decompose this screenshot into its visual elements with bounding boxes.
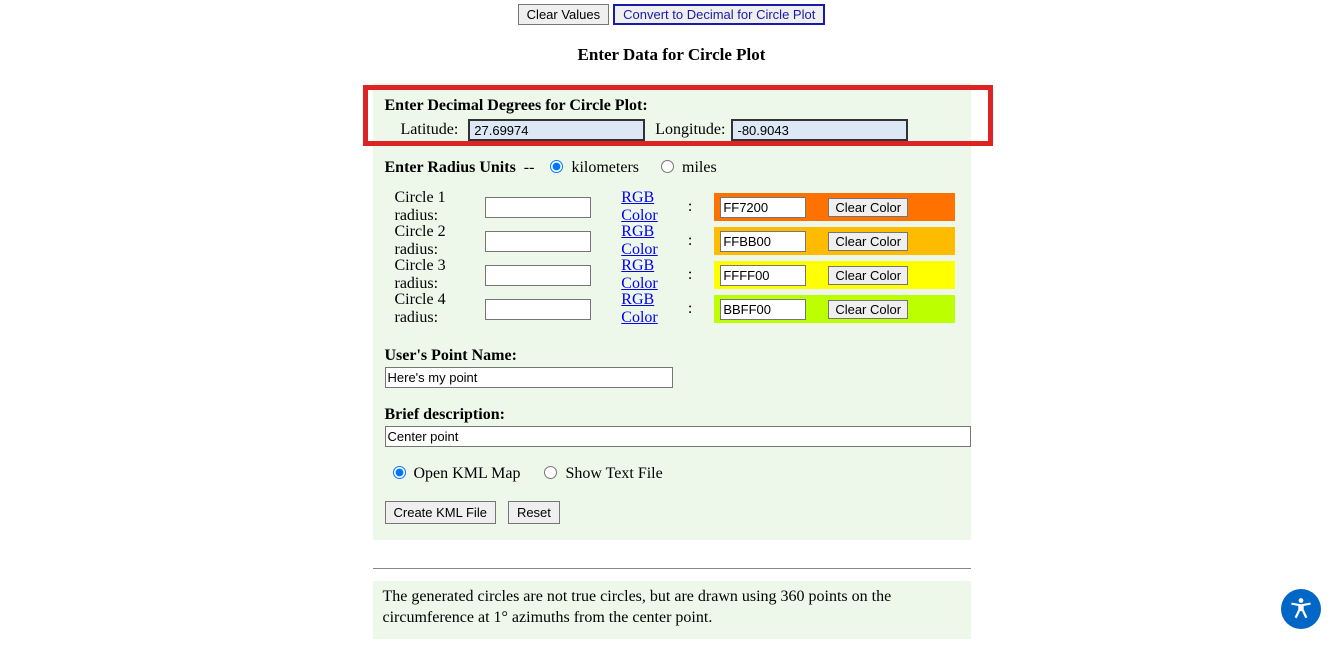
latitude-input[interactable]: [468, 119, 645, 141]
kilometers-radio[interactable]: [550, 160, 563, 173]
rgb-color-link-3[interactable]: RGB Color: [621, 257, 688, 293]
description-input[interactable]: [385, 426, 971, 447]
circle-row-3: Circle 3 radius: RGB Color: Clear Color: [385, 261, 955, 289]
circle2-color-block: Clear Color: [714, 227, 954, 255]
clear-values-button[interactable]: Clear Values: [518, 4, 609, 25]
reset-button[interactable]: Reset: [508, 501, 560, 524]
rgb-color-link-2[interactable]: RGB Color: [621, 223, 688, 259]
radius-units-label: Enter Radius Units: [385, 159, 516, 176]
circle1-radius-input[interactable]: [485, 197, 591, 218]
circle3-color-block: Clear Color: [714, 261, 954, 289]
convert-decimal-button[interactable]: Convert to Decimal for Circle Plot: [613, 4, 825, 25]
circle4-color-input[interactable]: [720, 299, 806, 320]
open-kml-label: Open KML Map: [414, 465, 521, 482]
circle1-clear-color-button[interactable]: Clear Color: [828, 198, 908, 217]
show-text-label: Show Text File: [565, 465, 662, 482]
circle3-radius-input[interactable]: [485, 265, 591, 286]
circle-row-4: Circle 4 radius: RGB Color: Clear Color: [385, 295, 955, 323]
description-label: Brief description:: [385, 406, 955, 424]
point-name-input[interactable]: [385, 367, 673, 388]
circle3-color-input[interactable]: [720, 265, 806, 286]
circle2-radius-input[interactable]: [485, 231, 591, 252]
rgb-color-link-4[interactable]: RGB Color: [621, 291, 688, 327]
section-title: Enter Data for Circle Plot: [0, 45, 1343, 65]
text-dash: --: [520, 159, 539, 176]
circle2-color-input[interactable]: [720, 231, 806, 252]
circle4-clear-color-button[interactable]: Clear Color: [828, 300, 908, 319]
longitude-label: Longitude:: [645, 121, 731, 139]
circle4-label: Circle 4 radius:: [385, 291, 486, 327]
point-name-label: User's Point Name:: [385, 347, 955, 365]
note-text: The generated circles are not true circl…: [383, 588, 892, 626]
divider: [373, 568, 971, 569]
circle4-radius-input[interactable]: [485, 299, 591, 320]
circle-row-1: Circle 1 radius: RGB Color: Clear Color: [385, 193, 955, 221]
create-kml-button[interactable]: Create KML File: [385, 501, 496, 524]
show-text-radio[interactable]: [544, 466, 557, 479]
latitude-label: Latitude:: [385, 121, 469, 139]
circle3-label: Circle 3 radius:: [385, 257, 486, 293]
circle-plot-panel: Enter Decimal Degrees for Circle Plot: L…: [373, 83, 971, 540]
miles-radio[interactable]: [661, 160, 674, 173]
miles-label: miles: [682, 159, 727, 176]
circle4-color-block: Clear Color: [714, 295, 954, 323]
circle1-color-block: Clear Color: [714, 193, 954, 221]
longitude-input[interactable]: [731, 119, 908, 141]
coords-heading: Enter Decimal Degrees for Circle Plot:: [385, 97, 955, 115]
circle2-label: Circle 2 radius:: [385, 223, 486, 259]
note-panel: The generated circles are not true circl…: [373, 581, 971, 639]
circle-row-2: Circle 2 radius: RGB Color: Clear Color: [385, 227, 955, 255]
circle1-label: Circle 1 radius:: [385, 189, 486, 225]
circle2-clear-color-button[interactable]: Clear Color: [828, 232, 908, 251]
accessibility-icon[interactable]: [1281, 589, 1321, 629]
rgb-color-link-1[interactable]: RGB Color: [621, 189, 688, 225]
circle1-color-input[interactable]: [720, 197, 806, 218]
circle3-clear-color-button[interactable]: Clear Color: [828, 266, 908, 285]
open-kml-radio[interactable]: [393, 466, 406, 479]
kilometers-label: kilometers: [571, 159, 649, 176]
